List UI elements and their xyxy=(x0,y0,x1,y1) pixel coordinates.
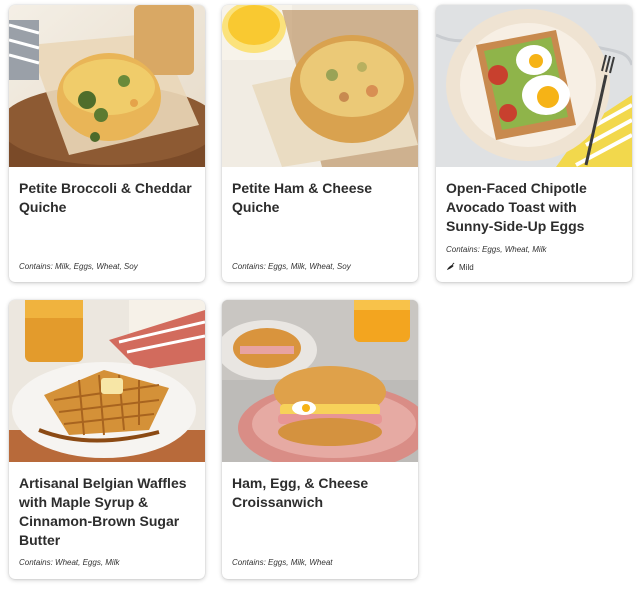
allergen-info: Contains: Eggs, Milk, Wheat xyxy=(232,558,333,567)
allergen-info: Contains: Wheat, Eggs, Milk xyxy=(19,558,120,567)
avocado-toast-photo xyxy=(436,5,632,167)
spice-level-label: Mild xyxy=(459,263,474,272)
pepper-icon xyxy=(446,262,455,273)
menu-item-title: Petite Ham & Cheese Quiche xyxy=(232,180,373,215)
allergen-info: Contains: Eggs, Milk, Wheat, Soy xyxy=(232,262,351,271)
allergen-info: Contains: Milk, Eggs, Wheat, Soy xyxy=(19,262,138,271)
menu-item-title: Petite Broccoli & Cheddar Quiche xyxy=(19,180,192,215)
menu-item-card[interactable]: Petite Broccoli & Cheddar Quiche Contain… xyxy=(9,5,205,282)
menu-item-card[interactable]: Open-Faced Chipotle Avocado Toast with S… xyxy=(436,5,632,282)
belgian-waffles-photo xyxy=(9,300,205,462)
menu-item-card[interactable]: Petite Ham & Cheese Quiche Contains: Egg… xyxy=(222,5,418,282)
broccoli-quiche-photo xyxy=(9,5,205,167)
allergen-info: Contains: Eggs, Wheat, Milk xyxy=(446,245,547,254)
spice-level: Mild xyxy=(446,262,474,273)
menu-item-title: Ham, Egg, & Cheese Croissanwich xyxy=(232,475,369,510)
menu-item-title: Open-Faced Chipotle Avocado Toast with S… xyxy=(446,180,587,234)
croissanwich-photo xyxy=(222,300,418,462)
menu-item-card[interactable]: Artisanal Belgian Waffles with Maple Syr… xyxy=(9,300,205,579)
menu-item-title: Artisanal Belgian Waffles with Maple Syr… xyxy=(19,475,187,548)
menu-item-card[interactable]: Ham, Egg, & Cheese Croissanwich Contains… xyxy=(222,300,418,579)
ham-cheese-quiche-photo xyxy=(222,5,418,167)
